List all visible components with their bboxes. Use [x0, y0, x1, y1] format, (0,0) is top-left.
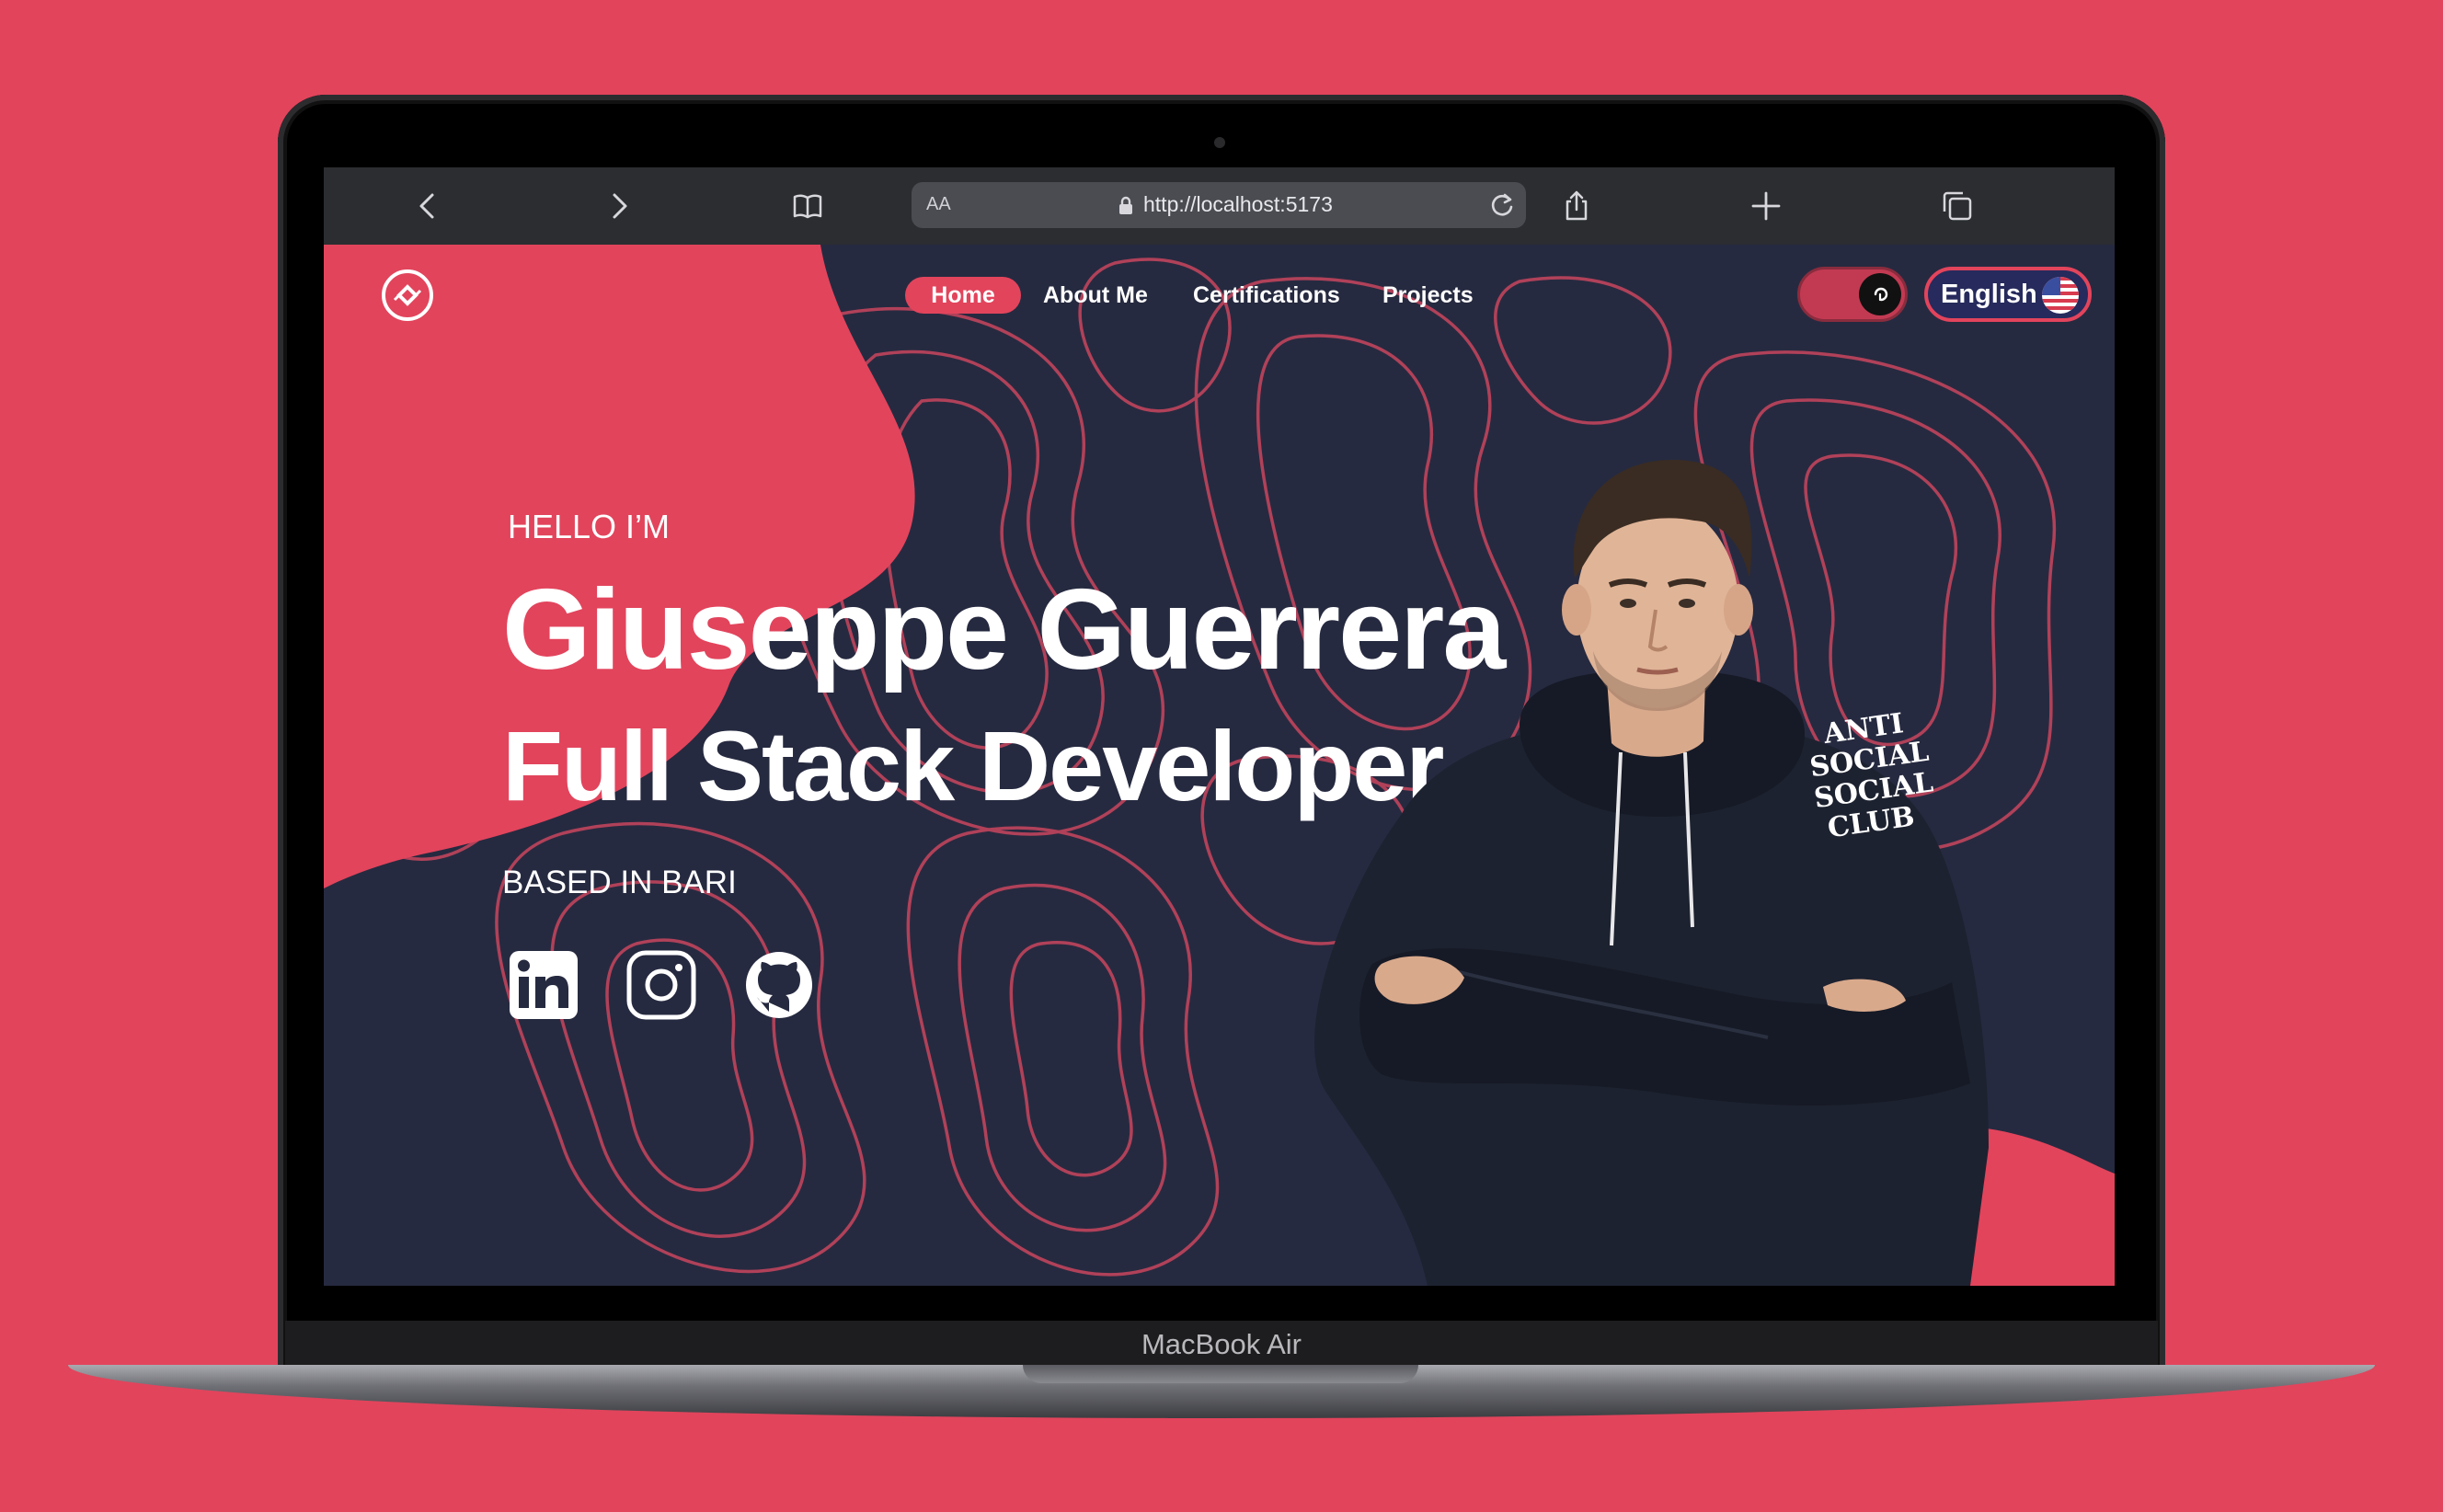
site-logo-icon[interactable] — [379, 267, 436, 324]
nav-certifications[interactable]: Certifications — [1193, 277, 1340, 314]
bookmarks-icon[interactable] — [787, 186, 828, 226]
device-label: MacBook Air — [1141, 1328, 1302, 1360]
reader-aa-button[interactable]: AA — [926, 194, 951, 215]
us-flag-icon — [2042, 277, 2079, 314]
portfolio-page: Home About Me Certifications Projects En… — [324, 245, 2115, 1286]
new-tab-icon[interactable] — [1746, 186, 1786, 226]
instagram-icon[interactable] — [625, 949, 697, 1021]
share-icon[interactable] — [1556, 186, 1597, 226]
nav-projects[interactable]: Projects — [1382, 277, 1474, 314]
language-label: English — [1941, 280, 2037, 309]
profile-photo: ANTI SOCIAL SOCIAL CLUB — [1314, 459, 1989, 1286]
moon-icon — [1859, 273, 1901, 315]
back-icon[interactable] — [408, 186, 449, 226]
theme-toggle[interactable] — [1797, 267, 1908, 322]
address-bar[interactable]: AA http://localhost:5173 — [912, 182, 1526, 228]
hero-location: BASED IN BARI — [502, 865, 737, 900]
nav-home[interactable]: Home — [905, 277, 1021, 314]
linkedin-icon[interactable] — [508, 949, 579, 1021]
language-selector[interactable]: English — [1924, 267, 2092, 322]
url-text[interactable]: http://localhost:5173 — [1143, 192, 1333, 217]
reload-icon[interactable] — [1487, 190, 1517, 220]
lock-icon — [1119, 196, 1132, 214]
hero-greeting: HELLO I’M — [508, 508, 671, 545]
screen: AA http://localhost:5173 Home About Me C… — [324, 167, 2115, 1286]
github-icon[interactable] — [743, 949, 815, 1021]
forward-icon[interactable] — [598, 186, 638, 226]
nav-about-me[interactable]: About Me — [1043, 277, 1148, 314]
browser-toolbar: AA http://localhost:5173 — [324, 167, 2115, 245]
laptop-notch — [1023, 1365, 1418, 1383]
camera — [1214, 137, 1225, 148]
tabs-icon[interactable] — [1937, 186, 1978, 226]
